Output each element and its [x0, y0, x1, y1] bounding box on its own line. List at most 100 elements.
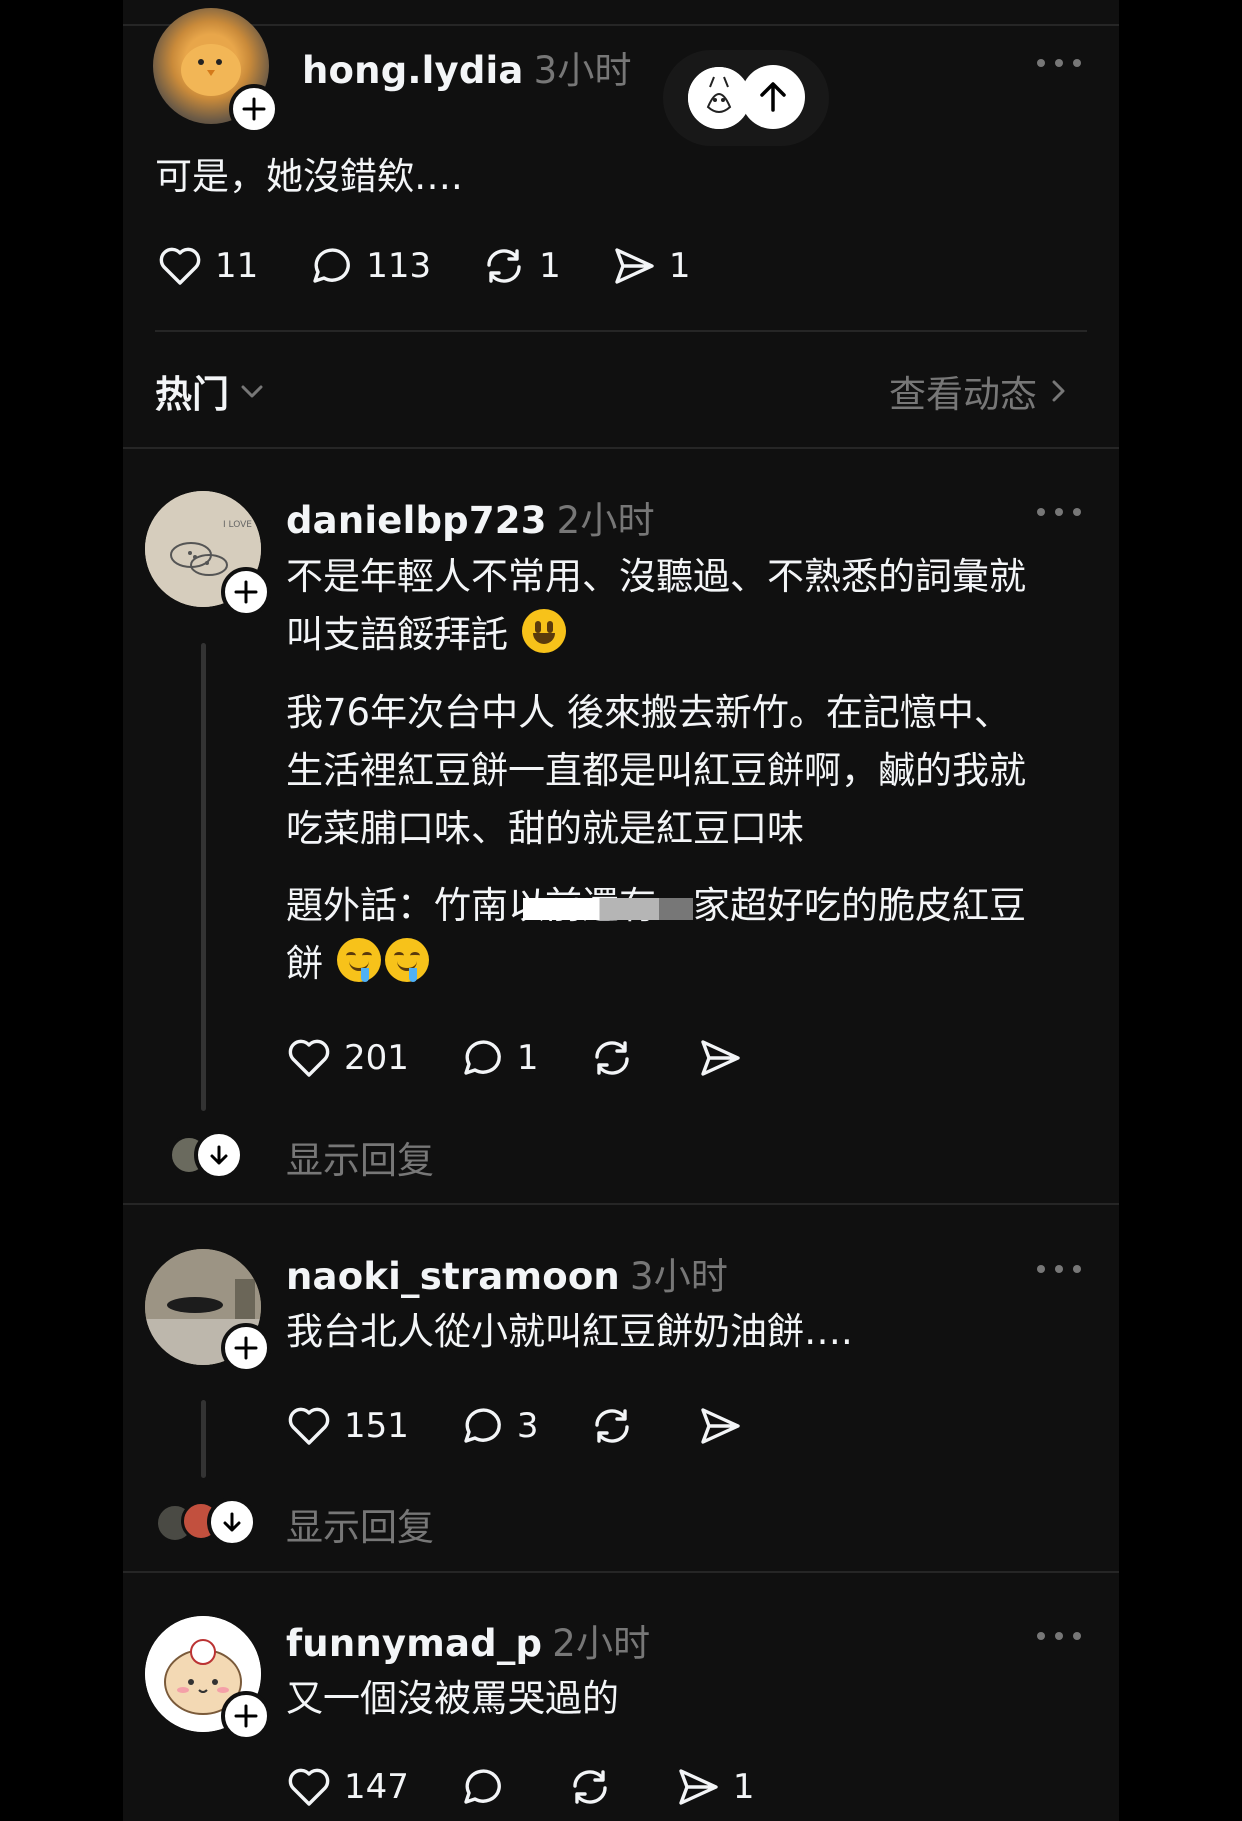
reply-text: 又一個沒被罵哭過的	[286, 1677, 619, 1720]
repost-icon	[573, 1770, 607, 1804]
username[interactable]: naoki_stramoon	[286, 1255, 620, 1298]
follow-plus-icon[interactable]	[229, 84, 279, 134]
repost-count: 1	[539, 246, 561, 286]
reply-time: 2小时	[556, 499, 655, 542]
comment-icon	[464, 1040, 501, 1075]
view-activity-label: 查看动态	[889, 373, 1037, 416]
post-time: 3小时	[533, 49, 632, 92]
comment-count: 1	[516, 1038, 539, 1078]
reply-paragraph-line: 叫支語餒拜託	[286, 606, 1026, 664]
reply-author[interactable]: funnymad_p 2小时	[286, 1613, 650, 1667]
reply-text: 不是年輕人不常用、沒聽過、不熟悉的詞彙就 叫支語餒拜託	[286, 548, 1026, 664]
chevron-down-icon	[241, 385, 263, 398]
send-icon	[679, 1769, 718, 1805]
show-replies-label: 显示回复	[286, 1139, 434, 1182]
svg-text:I LOVE: I LOVE	[223, 520, 252, 530]
arrow-up-icon[interactable]	[741, 65, 805, 129]
like-count: 151	[344, 1406, 409, 1446]
reply-author[interactable]: naoki_stramoon 3小时	[286, 1246, 728, 1300]
repost-icon	[594, 1409, 629, 1443]
drooling-face-emoji-icon	[384, 938, 429, 982]
reply-paragraph-2: 我76年次台中人 後來搬去新竹。在記憶中、 生活裡紅豆餅一直都是叫紅豆餅啊，鹹的…	[286, 691, 1026, 850]
reply-time: 3小时	[629, 1255, 729, 1298]
repost-icon	[487, 249, 521, 283]
redaction-block	[523, 898, 693, 920]
drooling-face-emoji-icon	[336, 938, 381, 982]
more-options-icon[interactable]	[1037, 508, 1081, 520]
repost-button[interactable]	[587, 1401, 647, 1451]
like-button[interactable]: 11	[155, 241, 258, 291]
send-icon	[615, 248, 654, 284]
heart-icon	[288, 1407, 330, 1445]
heart-icon	[159, 247, 201, 285]
show-replies-button[interactable]: 显示回复	[286, 1130, 434, 1184]
comment-button[interactable]	[457, 1762, 517, 1812]
repost-button[interactable]: 1	[479, 241, 561, 291]
reply-author[interactable]: danielbp723 2小时	[286, 490, 655, 544]
reply-text: 我台北人從小就叫紅豆餅奶油餅….	[286, 1310, 853, 1353]
thread-line	[201, 643, 206, 1111]
share-button[interactable]	[695, 1033, 755, 1083]
divider	[123, 1571, 1119, 1573]
username[interactable]: funnymad_p	[286, 1622, 542, 1665]
like-count: 201	[344, 1038, 409, 1078]
divider	[123, 1203, 1119, 1205]
reply-actions: 151 3	[284, 1401, 803, 1451]
more-options-icon[interactable]	[1037, 1265, 1081, 1277]
comment-icon	[313, 248, 351, 283]
chevron-right-icon	[1052, 380, 1065, 402]
heart-icon	[288, 1039, 330, 1077]
follow-plus-icon[interactable]	[221, 1323, 271, 1373]
username[interactable]: hong.lydia	[302, 49, 524, 92]
post-actions: 11 113 1 1	[155, 241, 738, 291]
follow-plus-icon[interactable]	[221, 567, 271, 617]
divider	[155, 330, 1087, 332]
arrow-down-icon[interactable]	[207, 1497, 257, 1547]
sort-dropdown[interactable]: 热门	[155, 364, 267, 418]
repost-button[interactable]	[587, 1033, 647, 1083]
comment-count: 113	[366, 246, 432, 286]
comment-icon	[464, 1408, 501, 1443]
share-button[interactable]	[695, 1401, 755, 1451]
comment-button[interactable]: 3	[457, 1401, 539, 1451]
arrow-down-icon[interactable]	[194, 1130, 244, 1180]
grinning-emoji-icon	[521, 609, 566, 653]
thread-line	[201, 1400, 206, 1478]
send-icon	[700, 1040, 740, 1076]
like-count: 147	[344, 1767, 409, 1807]
comment-icon	[464, 1769, 501, 1804]
like-button[interactable]: 201	[284, 1033, 409, 1083]
heart-icon	[288, 1768, 330, 1806]
post-text: 可是，她沒錯欸….	[155, 155, 463, 198]
top-divider	[123, 24, 1119, 26]
reply-paragraph: 不是年輕人不常用、沒聽過、不熟悉的詞彙就	[286, 555, 1026, 598]
comment-button[interactable]: 1	[457, 1033, 539, 1083]
share-count: 1	[668, 246, 691, 286]
repost-button[interactable]	[565, 1762, 625, 1812]
divider	[123, 447, 1119, 449]
send-icon	[700, 1408, 740, 1444]
reply-paragraph-3: 題外話：竹南以前還有一家超好吃的脆皮紅豆 餅	[286, 884, 1026, 985]
post-author[interactable]: hong.lydia 3小时	[302, 40, 632, 94]
comment-button[interactable]: 113	[306, 241, 431, 291]
follow-plus-icon[interactable]	[221, 1691, 271, 1741]
like-button[interactable]: 147	[284, 1762, 409, 1812]
share-button[interactable]: 1	[673, 1762, 755, 1812]
reply-time: 2小时	[552, 1622, 651, 1665]
thread-panel: hong.lydia 3小时 可是，她沒錯欸…. 11 113 1 1 热门 查…	[123, 0, 1119, 1821]
share-count: 1	[732, 1767, 755, 1807]
reply-actions: 201 1	[284, 1033, 803, 1083]
comment-count: 3	[516, 1406, 539, 1446]
reply-actions: 147 1	[284, 1762, 803, 1812]
sort-label: 热门	[155, 373, 229, 416]
show-replies-label: 显示回复	[286, 1506, 434, 1549]
like-count: 11	[215, 246, 259, 286]
view-activity-link[interactable]: 查看动态	[889, 364, 1071, 418]
repost-icon	[594, 1041, 629, 1075]
more-options-icon[interactable]	[1037, 1632, 1081, 1644]
username[interactable]: danielbp723	[286, 499, 547, 542]
share-button[interactable]: 1	[609, 241, 691, 291]
more-options-icon[interactable]	[1037, 59, 1081, 71]
like-button[interactable]: 151	[284, 1401, 409, 1451]
show-replies-button[interactable]: 显示回复	[286, 1497, 434, 1551]
